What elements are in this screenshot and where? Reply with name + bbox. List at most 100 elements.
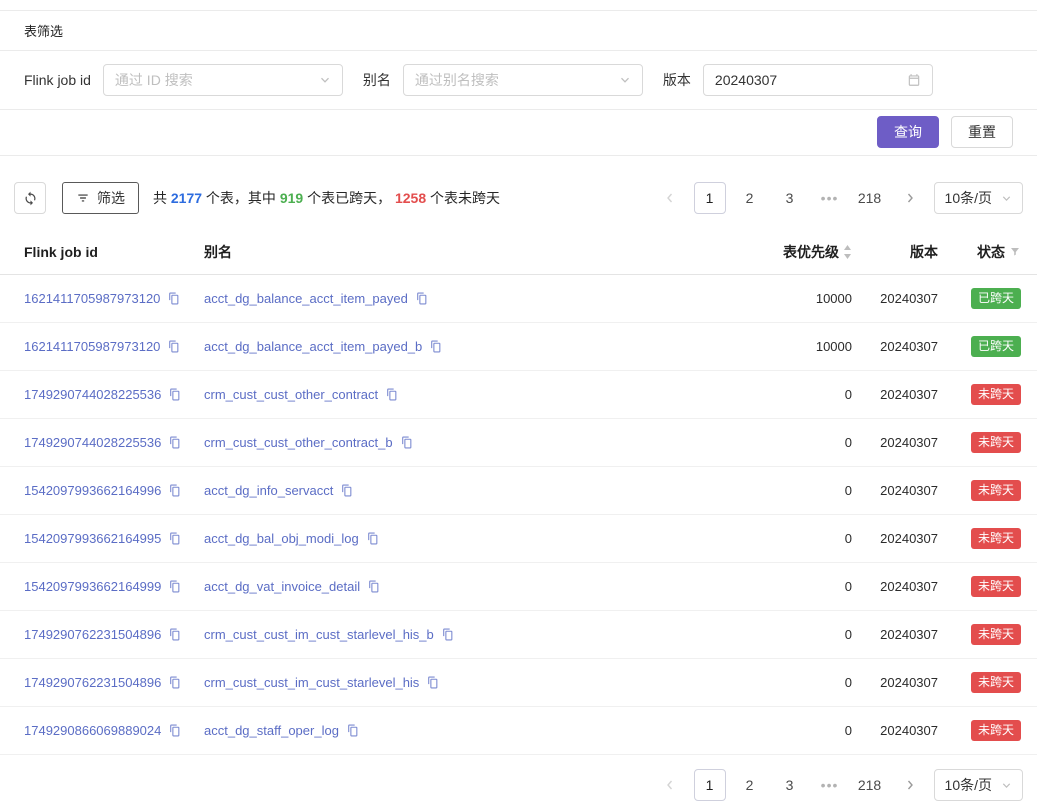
copy-icon[interactable] [168, 484, 181, 497]
reset-button[interactable]: 重置 [951, 116, 1013, 148]
table-row: 1621411705987973120 acct_dg_balance_acct… [0, 275, 1037, 323]
page-button-last[interactable]: 218 [854, 182, 886, 214]
filter-toggle-button[interactable]: 筛选 [62, 182, 139, 214]
page-size-value: 10条/页 [945, 188, 992, 208]
col-header-status: 状态 [946, 230, 1037, 275]
flink-job-id-link[interactable]: 1542097993662164999 [24, 579, 161, 594]
version-cell: 20240307 [860, 419, 946, 467]
copy-icon[interactable] [385, 388, 398, 401]
copy-icon[interactable] [168, 580, 181, 593]
version-label: 版本 [663, 70, 691, 90]
flink-job-id-link[interactable]: 1542097993662164995 [24, 531, 161, 546]
chevron-down-icon [1001, 193, 1012, 204]
page-button-2[interactable]: 2 [734, 769, 766, 801]
table-row: 1749290744028225536 crm_cust_cust_other_… [0, 419, 1037, 467]
version-date-input[interactable] [703, 64, 933, 96]
flink-job-id-link[interactable]: 1621411705987973120 [24, 339, 160, 354]
flink-job-id-link[interactable]: 1749290762231504896 [24, 627, 161, 642]
copy-icon[interactable] [168, 628, 181, 641]
calendar-icon [907, 73, 921, 87]
flink-job-id-link[interactable]: 1621411705987973120 [24, 291, 160, 306]
table-row: 1749290744028225536 crm_cust_cust_other_… [0, 371, 1037, 419]
flink-job-id-link[interactable]: 1749290744028225536 [24, 435, 161, 450]
copy-icon[interactable] [168, 388, 181, 401]
copy-icon[interactable] [168, 676, 181, 689]
status-badge: 未跨天 [971, 528, 1021, 549]
page-button-1[interactable]: 1 [694, 182, 726, 214]
alias-link[interactable]: acct_dg_balance_acct_item_payed [204, 291, 408, 306]
copy-icon[interactable] [441, 628, 454, 641]
priority-cell: 0 [760, 707, 860, 755]
flink-job-id-select[interactable]: 通过 ID 搜索 [103, 64, 343, 96]
table-row: 1621411705987973120 acct_dg_balance_acct… [0, 323, 1037, 371]
alias-select[interactable]: 通过别名搜索 [403, 64, 643, 96]
version-date-value[interactable] [715, 72, 907, 88]
copy-icon[interactable] [429, 340, 442, 353]
copy-icon[interactable] [367, 580, 380, 593]
column-filter-icon[interactable] [1009, 246, 1021, 258]
version-cell: 20240307 [860, 371, 946, 419]
col-header-flink-job-id: Flink job id [0, 230, 196, 275]
copy-icon[interactable] [346, 724, 359, 737]
copy-icon[interactable] [168, 436, 181, 449]
status-badge: 未跨天 [971, 624, 1021, 645]
page-button-2[interactable]: 2 [734, 182, 766, 214]
col-header-priority-label: 表优先级 [783, 242, 839, 262]
page-ellipsis[interactable]: ••• [814, 769, 846, 801]
next-page-button[interactable] [894, 182, 926, 214]
copy-icon[interactable] [426, 676, 439, 689]
summary-mid2: 个表已跨天， [303, 190, 395, 206]
alias-link[interactable]: acct_dg_bal_obj_modi_log [204, 531, 359, 546]
alias-link[interactable]: crm_cust_cust_other_contract_b [204, 435, 393, 450]
page-button-3[interactable]: 3 [774, 769, 806, 801]
flink-job-id-link[interactable]: 1749290866069889024 [24, 723, 161, 738]
copy-icon[interactable] [415, 292, 428, 305]
col-header-status-label: 状态 [977, 242, 1005, 262]
alias-link[interactable]: crm_cust_cust_im_cust_starlevel_his_b [204, 627, 434, 642]
page-ellipsis[interactable]: ••• [814, 182, 846, 214]
priority-cell: 0 [760, 563, 860, 611]
priority-cell: 10000 [760, 275, 860, 323]
alias-link[interactable]: acct_dg_balance_acct_item_payed_b [204, 339, 422, 354]
page-size-select[interactable]: 10条/页 [934, 182, 1023, 214]
field-alias: 别名 通过别名搜索 [363, 64, 643, 96]
page-button-1[interactable]: 1 [694, 769, 726, 801]
version-cell: 20240307 [860, 323, 946, 371]
status-badge: 未跨天 [971, 720, 1021, 741]
flink-job-id-link[interactable]: 1542097993662164996 [24, 483, 161, 498]
page-button-3[interactable]: 3 [774, 182, 806, 214]
refresh-button[interactable] [14, 182, 46, 214]
copy-icon[interactable] [167, 340, 180, 353]
alias-link[interactable]: crm_cust_cust_im_cust_starlevel_his [204, 675, 419, 690]
copy-icon[interactable] [167, 292, 180, 305]
prev-page-button[interactable] [654, 182, 686, 214]
page-size-select[interactable]: 10条/页 [934, 769, 1023, 801]
copy-icon[interactable] [340, 484, 353, 497]
alias-link[interactable]: acct_dg_info_servacct [204, 483, 333, 498]
table-row: 1749290762231504896 crm_cust_cust_im_cus… [0, 611, 1037, 659]
priority-cell: 0 [760, 515, 860, 563]
copy-icon[interactable] [400, 436, 413, 449]
query-button[interactable]: 查询 [877, 116, 939, 148]
chevron-down-icon [619, 74, 631, 86]
alias-link[interactable]: crm_cust_cust_other_contract [204, 387, 378, 402]
copy-icon[interactable] [366, 532, 379, 545]
status-badge: 未跨天 [971, 576, 1021, 597]
page-button-last[interactable]: 218 [854, 769, 886, 801]
sort-icon[interactable] [843, 245, 852, 259]
priority-cell: 0 [760, 659, 860, 707]
table-row: 1542097993662164995 acct_dg_bal_obj_modi… [0, 515, 1037, 563]
table-row: 1542097993662164996 acct_dg_info_servacc… [0, 467, 1037, 515]
flink-job-id-link[interactable]: 1749290762231504896 [24, 675, 161, 690]
alias-link[interactable]: acct_dg_staff_oper_log [204, 723, 339, 738]
copy-icon[interactable] [168, 532, 181, 545]
version-cell: 20240307 [860, 467, 946, 515]
next-page-button[interactable] [894, 769, 926, 801]
prev-page-button[interactable] [654, 769, 686, 801]
alias-link[interactable]: acct_dg_vat_invoice_detail [204, 579, 360, 594]
total-count: 2177 [171, 190, 202, 206]
copy-icon[interactable] [168, 724, 181, 737]
flink-job-id-link[interactable]: 1749290744028225536 [24, 387, 161, 402]
priority-cell: 10000 [760, 323, 860, 371]
tables-table: Flink job id 别名 表优先级 版本 状态 [0, 230, 1037, 755]
